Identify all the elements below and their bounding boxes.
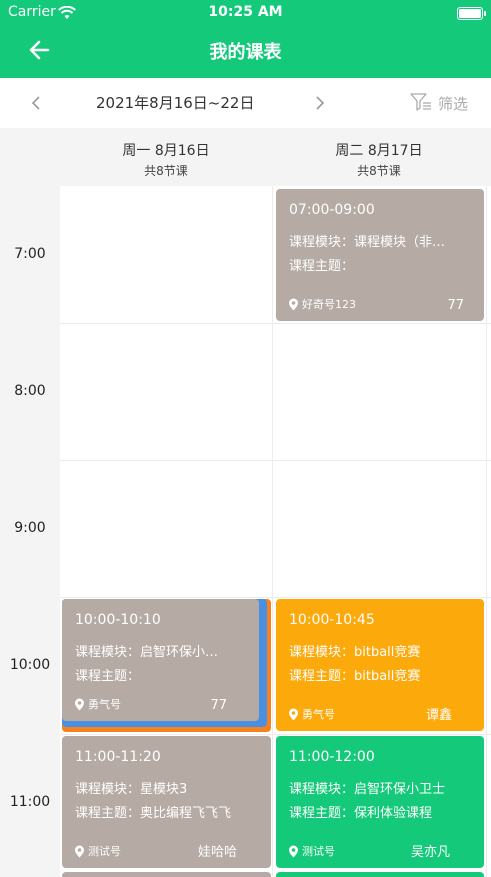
page-title: 我的课表 [209,42,282,63]
location-label: 勇气号 [302,708,335,721]
grid-column-divider [486,186,487,877]
location-label: 测试号 [88,845,121,858]
course-topic: 课程主题： [289,259,355,274]
grid-row-divider [60,460,491,461]
location-pin-icon [289,845,298,857]
status-time: 10:25 AM [208,4,283,20]
course-topic: 课程主题：bitball竞赛 [289,669,421,684]
date-nav-bar: 2021年8月16日~22日 筛选 [0,78,491,128]
location-label: 测试号 [302,845,335,858]
course-topic: 课程主题：保利体验课程 [289,806,433,821]
time-label: 7:00 [14,246,46,262]
location-pin-icon [289,708,298,720]
course-card[interactable] [276,872,484,877]
battery-icon [457,7,486,20]
course-time: 07:00-09:00 [289,202,375,218]
grid-row-divider [60,597,491,598]
course-card[interactable]: 11:00-12:00 课程模块：启智环保小卫士 课程主题：保利体验课程 测试号… [276,736,484,868]
course-location: 勇气号 [288,706,335,722]
teacher-label: 娃哈哈 [197,845,237,860]
nav-header: Carrier 10:25 AM 我的课表 [0,0,491,78]
filter-icon[interactable] [410,92,432,112]
week-range-label: 2021年8月16日~22日 [96,94,255,112]
grid-row-divider [60,323,491,324]
course-location: 测试号 [74,843,121,859]
next-week-icon[interactable] [312,94,328,112]
course-card[interactable]: 10:00-10:45 课程模块：bitball竞赛 课程主题：bitball竞… [276,599,484,731]
location-label: 好奇号123 [302,298,356,311]
course-module: 课程模块：课程模块（非… [289,235,446,250]
course-module: 课程模块：星模块3 [75,782,188,797]
time-label: 10:00 [9,657,51,673]
course-card[interactable]: 10:00-10:10 课程模块：启智环保小… 课程主题： 勇气号 77 [62,599,259,721]
course-time: 11:00-12:00 [289,749,375,765]
teacher-label: 77 [447,298,464,313]
teacher-label: 吴亦凡 [410,845,450,860]
course-module: 课程模块：bitball竞赛 [289,645,421,660]
course-time: 11:00-11:20 [75,749,161,765]
course-module: 课程模块：启智环保小卫士 [289,782,446,797]
course-card[interactable] [62,872,271,877]
course-time: 10:00-10:45 [289,612,375,628]
course-topic: 课程主题：奥比编程飞飞飞 [75,806,232,821]
day-date-label: 周二 8月17日 [335,143,423,159]
location-pin-icon [289,298,298,310]
status-bar: Carrier 10:25 AM [0,4,491,26]
location-pin-icon [75,845,84,857]
day-header-tuesday: 周二 8月17日 共8节课 [273,140,485,179]
teacher-label: 谭鑫 [425,708,452,723]
grid-row-divider [60,734,491,735]
course-location: 测试号 [288,843,335,859]
course-module: 课程模块：启智环保小… [75,645,219,660]
time-label: 9:00 [14,520,46,536]
previous-week-icon[interactable] [28,94,44,112]
location-label: 勇气号 [88,698,121,711]
course-location: 好奇号123 [288,296,356,312]
time-label: 8:00 [14,383,46,399]
day-header-monday: 周一 8月16日 共8节课 [60,140,272,179]
teacher-label: 77 [210,698,227,713]
day-date-label: 周一 8月16日 [122,143,210,159]
filter-button[interactable]: 筛选 [438,93,468,114]
course-location: 勇气号 [74,696,121,712]
lesson-count-label: 共8节课 [357,164,401,178]
grid-column-divider [272,186,273,877]
time-label: 11:00 [9,794,51,810]
course-card[interactable]: 07:00-09:00 课程模块：课程模块（非… 课程主题： 好奇号123 77 [276,189,484,321]
course-card[interactable]: 11:00-11:20 课程模块：星模块3 课程主题：奥比编程飞飞飞 测试号 娃… [62,736,271,868]
course-topic: 课程主题： [75,669,141,684]
location-pin-icon [75,698,84,710]
course-time: 10:00-10:10 [75,612,161,628]
lesson-count-label: 共8节课 [144,164,188,178]
